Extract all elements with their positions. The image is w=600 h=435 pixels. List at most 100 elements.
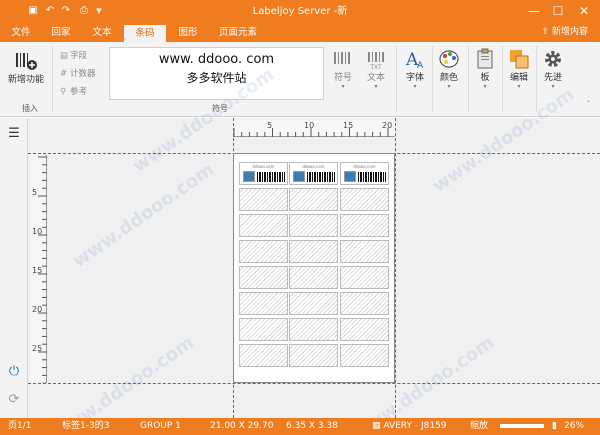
- label-cell-empty[interactable]: [340, 318, 389, 341]
- label-cell-empty[interactable]: [289, 344, 338, 367]
- zoom-slider-thumb-icon[interactable]: ▮: [552, 418, 557, 435]
- counter-button[interactable]: # 计数器: [60, 67, 96, 79]
- label-header: ddooo.com: [353, 164, 376, 169]
- label-cell-empty[interactable]: [239, 266, 288, 289]
- ruler-label: 5: [32, 188, 38, 197]
- refresh-icon[interactable]: ⟳: [6, 392, 22, 408]
- ruler-label: 15: [343, 121, 354, 130]
- label-header: ddooo.com: [302, 164, 325, 169]
- label-cell-empty[interactable]: [340, 344, 389, 367]
- status-bar: 页1/1 标签1-3的3 GROUP 1 21.00 X 29.70 6.35 …: [0, 418, 600, 435]
- label-cell-empty[interactable]: [289, 266, 338, 289]
- vertical-ruler: 5 10 15 20 25: [30, 155, 47, 383]
- label-cell-empty[interactable]: [289, 214, 338, 237]
- separator: [52, 46, 53, 112]
- minimize-button[interactable]: —: [522, 0, 546, 23]
- gear-icon: [545, 51, 561, 67]
- preview-line-2: 多多软件站: [186, 71, 247, 85]
- barcode: [358, 172, 386, 182]
- label-cell-empty[interactable]: [239, 344, 288, 367]
- image-icon: [293, 171, 305, 182]
- status-template[interactable]: ▦ AVERY - J8159: [372, 418, 447, 435]
- label-cell-empty[interactable]: [239, 188, 288, 211]
- guide-line: [395, 118, 396, 418]
- close-button[interactable]: ✕: [572, 0, 596, 23]
- status-page-size: 21.00 X 29.70: [210, 421, 274, 431]
- status-page: 页1/1: [8, 421, 32, 431]
- label-cell-empty[interactable]: [289, 188, 338, 211]
- label-sheet[interactable]: ddooo.com ddooo.com ddooo.com: [233, 153, 395, 383]
- symbol-button[interactable]: 符号 ▾: [330, 48, 356, 91]
- barcode-gear-icon: [334, 52, 350, 64]
- svg-text:TXT: TXT: [369, 64, 382, 70]
- barcode-preview: www. ddooo. com 多多软件站: [109, 47, 324, 100]
- label-cell-empty[interactable]: [340, 266, 389, 289]
- board-label: 板: [480, 73, 490, 83]
- clipboard-icon: [477, 48, 493, 69]
- image-icon: [243, 171, 255, 182]
- symbol-label: 符号: [333, 73, 352, 83]
- tab-file[interactable]: 文件: [4, 23, 38, 42]
- plug-icon[interactable]: ⏻: [6, 364, 22, 380]
- layers-icon[interactable]: ☰: [6, 126, 22, 142]
- ruler-label: 20: [32, 305, 43, 314]
- zoom-slider[interactable]: [500, 424, 544, 428]
- svg-text:A: A: [417, 61, 424, 70]
- font-icon: AA: [405, 50, 424, 70]
- tab-text[interactable]: 文本: [84, 23, 120, 42]
- text-button[interactable]: TXT 文本 ▾: [362, 48, 390, 91]
- field-button[interactable]: ▤ 字段: [60, 49, 87, 61]
- board-button[interactable]: 板 ▾: [472, 48, 498, 91]
- group-label-insert: 插入: [22, 104, 38, 113]
- edit-button[interactable]: 编辑 ▾: [506, 48, 532, 91]
- label-cell-empty[interactable]: [340, 214, 389, 237]
- label-cell-empty[interactable]: [289, 240, 338, 263]
- ruler-label: 10: [32, 227, 43, 236]
- label-cell-empty[interactable]: [340, 240, 389, 263]
- ribbon-tab-bar: 文件 回家 文本 条码 图形 页面元素 ⇪ 新增内容: [0, 23, 600, 42]
- title-bar: ▣ ↶ ↷ ⎙ ▼ Labeljoy Server -新 — ☐ ✕: [0, 0, 600, 23]
- label-header: ddooo.com: [252, 164, 275, 169]
- label-cell-empty[interactable]: [239, 318, 288, 341]
- edit-label: 编辑: [509, 73, 528, 83]
- whats-new-link[interactable]: ⇪ 新增内容: [542, 23, 588, 42]
- grid-icon: ▦: [372, 421, 384, 431]
- advanced-button[interactable]: 先进 ▾: [540, 48, 566, 91]
- label-cell-empty[interactable]: [289, 318, 338, 341]
- color-button[interactable]: 颜色 ▾: [436, 48, 462, 91]
- chevron-down-icon: ▾: [517, 83, 521, 90]
- ruler-label: 15: [32, 266, 43, 275]
- tab-home[interactable]: 回家: [44, 23, 78, 42]
- label-cell-empty[interactable]: [340, 292, 389, 315]
- label-cell-empty[interactable]: [289, 292, 338, 315]
- maximize-button[interactable]: ☐: [546, 0, 570, 23]
- chevron-down-icon: ▾: [374, 83, 378, 90]
- horizontal-ruler: 5 10 15 20: [233, 120, 395, 137]
- add-function-button[interactable]: 新增功能: [6, 50, 46, 85]
- field-icon: ▤: [60, 51, 69, 61]
- reference-button[interactable]: ⚲ 参考: [60, 85, 87, 97]
- collapse-ribbon-icon[interactable]: ⌃: [586, 100, 591, 108]
- tab-barcode[interactable]: 条码: [124, 25, 166, 42]
- font-button[interactable]: AA 字体 ▾: [402, 48, 428, 91]
- label-cell-empty[interactable]: [340, 188, 389, 211]
- label-cell-empty[interactable]: [239, 240, 288, 263]
- guide-line: [28, 383, 600, 384]
- tab-graphics[interactable]: 图形: [170, 23, 206, 42]
- chevron-down-icon: ▾: [341, 83, 345, 90]
- text-label: 文本: [366, 73, 385, 83]
- separator: [432, 46, 433, 112]
- label-cell-empty[interactable]: [239, 292, 288, 315]
- left-toolbar: ☰ ⏻ ⟳: [0, 118, 28, 418]
- label-cell-filled[interactable]: ddooo.com: [340, 162, 389, 185]
- label-cell-filled[interactable]: ddooo.com: [289, 162, 338, 185]
- palette-icon: [439, 50, 459, 68]
- ruler-label: 25: [32, 344, 43, 353]
- separator: [396, 46, 397, 112]
- chevron-down-icon: ▾: [413, 83, 417, 90]
- advanced-label: 先进: [543, 73, 562, 83]
- reference-icon: ⚲: [60, 87, 67, 97]
- label-cell-empty[interactable]: [239, 214, 288, 237]
- label-cell-filled[interactable]: ddooo.com: [239, 162, 288, 185]
- tab-page-elements[interactable]: 页面元素: [212, 23, 264, 42]
